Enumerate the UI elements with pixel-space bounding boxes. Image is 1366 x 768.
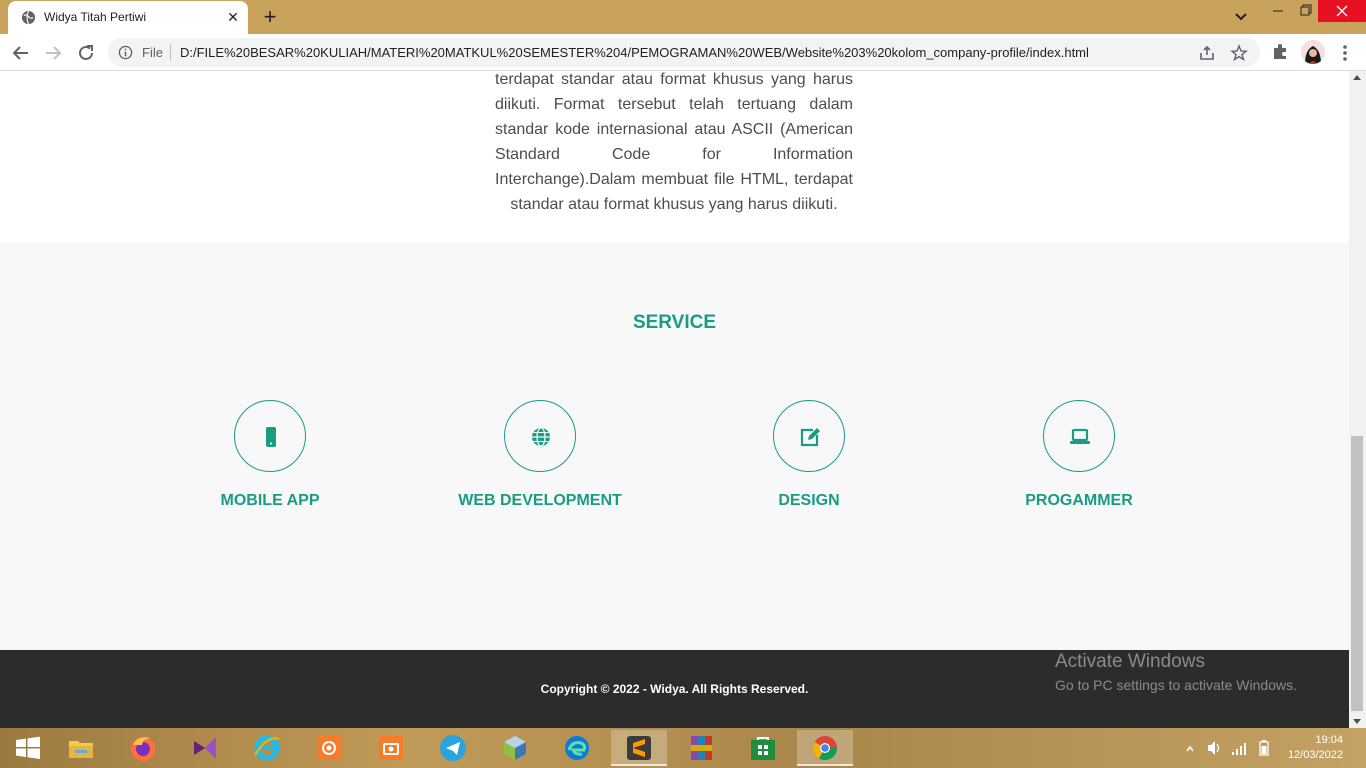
chrome-icon bbox=[812, 736, 837, 761]
taskbar-edge[interactable] bbox=[549, 730, 605, 766]
file-label: File bbox=[142, 45, 163, 60]
camera-icon bbox=[379, 736, 403, 760]
taskbar-visual-studio[interactable] bbox=[177, 730, 233, 766]
service-label: WEB DEVELOPMENT bbox=[458, 492, 622, 509]
service-icon-circle bbox=[773, 400, 845, 472]
url-text[interactable]: D:/FILE%20BESAR%20KULIAH/MATERI%20MATKUL… bbox=[180, 45, 1089, 60]
share-icon[interactable] bbox=[1198, 44, 1216, 62]
activate-title: Activate Windows bbox=[1055, 651, 1205, 672]
telegram-icon bbox=[440, 735, 466, 761]
tab-close-button[interactable]: ✕ bbox=[224, 8, 242, 26]
reload-icon[interactable] bbox=[75, 42, 97, 64]
service-label: DESIGN bbox=[778, 492, 840, 509]
browser-tab[interactable]: Widya Titah Pertiwi ✕ bbox=[8, 1, 248, 34]
page-viewport: terdapat standar atau format khusus yang… bbox=[0, 71, 1349, 728]
more-options-icon[interactable] bbox=[1336, 42, 1354, 64]
visual-studio-icon bbox=[194, 737, 216, 759]
service-icon-circle bbox=[504, 400, 576, 472]
taskbar-telegram[interactable] bbox=[425, 730, 481, 766]
chevron-down-icon[interactable] bbox=[1231, 9, 1251, 25]
service-item-progammer: PROGAMMER bbox=[959, 400, 1199, 510]
show-hidden-icons-chevron-icon[interactable] bbox=[1184, 728, 1196, 768]
windows-taskbar: 19:04 12/03/2022 bbox=[0, 728, 1366, 768]
service-item-design: DESIGN bbox=[689, 400, 929, 510]
virtualbox-icon bbox=[504, 736, 526, 760]
service-label: MOBILE APP bbox=[220, 492, 320, 509]
folder-icon bbox=[69, 741, 93, 758]
service-label: PROGAMMER bbox=[1025, 492, 1133, 509]
battery-icon[interactable] bbox=[1255, 728, 1273, 768]
service-heading: SERVICE bbox=[632, 312, 717, 333]
forward-arrow-icon[interactable] bbox=[42, 42, 64, 64]
system-clock[interactable]: 19:04 12/03/2022 bbox=[1283, 733, 1343, 763]
sublime-text-icon bbox=[627, 736, 651, 760]
extensions-puzzle-icon[interactable] bbox=[1270, 42, 1290, 62]
activate-windows-watermark: Activate Windows Go to PC settings to ac… bbox=[1055, 651, 1297, 693]
tab-title: Widya Titah Pertiwi bbox=[44, 10, 147, 24]
taskbar-screenshot[interactable] bbox=[363, 730, 419, 766]
info-icon[interactable] bbox=[118, 45, 133, 60]
taskbar-virtualbox[interactable] bbox=[487, 730, 543, 766]
scroll-up-arrow-icon[interactable] bbox=[1353, 75, 1361, 80]
about-paragraph: terdapat standar atau format khusus yang… bbox=[495, 71, 853, 213]
service-section: SERVICE MOBILE APP WEB DEVELOPMENT DESIG… bbox=[0, 243, 1349, 650]
start-button[interactable] bbox=[0, 730, 56, 766]
bookmark-star-icon[interactable] bbox=[1230, 44, 1248, 62]
clock-time: 19:04 bbox=[1315, 734, 1343, 746]
taskbar-screen-recorder[interactable] bbox=[301, 730, 357, 766]
close-window-button[interactable] bbox=[1318, 0, 1366, 22]
activate-subtitle: Go to PC settings to activate Windows. bbox=[1055, 677, 1297, 693]
show-desktop-button[interactable] bbox=[1350, 728, 1366, 768]
address-bar[interactable]: File D:/FILE%20BESAR%20KULIAH/MATERI%20M… bbox=[108, 38, 1260, 67]
service-icon-circle bbox=[1043, 400, 1115, 472]
windows-logo-icon bbox=[16, 736, 40, 759]
new-tab-button[interactable]: + bbox=[258, 6, 282, 28]
globe-favicon-icon bbox=[21, 10, 36, 25]
scrollbar-thumb[interactable] bbox=[1351, 436, 1363, 711]
browser-toolbar: File D:/FILE%20BESAR%20KULIAH/MATERI%20M… bbox=[0, 34, 1366, 71]
service-icon-circle bbox=[234, 400, 306, 472]
taskbar-chrome[interactable] bbox=[797, 730, 853, 766]
store-icon bbox=[751, 737, 775, 760]
laptop-icon bbox=[1070, 428, 1090, 444]
volume-icon[interactable] bbox=[1205, 728, 1223, 768]
profile-avatar[interactable] bbox=[1301, 40, 1325, 64]
globe-icon bbox=[532, 427, 550, 447]
mobile-icon bbox=[266, 427, 276, 447]
taskbar-sublime-text[interactable] bbox=[611, 730, 667, 766]
service-item-mobile-app: MOBILE APP bbox=[150, 400, 390, 510]
edit-icon bbox=[800, 428, 820, 447]
avatar-icon bbox=[1301, 40, 1325, 64]
taskbar-file-explorer[interactable] bbox=[53, 730, 109, 766]
internet-explorer-icon bbox=[254, 735, 280, 761]
taskbar-winrar[interactable] bbox=[673, 730, 729, 766]
clock-date: 12/03/2022 bbox=[1287, 749, 1343, 761]
edge-icon bbox=[565, 736, 589, 760]
service-item-web-development: WEB DEVELOPMENT bbox=[420, 400, 660, 510]
taskbar-store[interactable] bbox=[735, 730, 791, 766]
taskbar-firefox[interactable] bbox=[115, 730, 171, 766]
vertical-scrollbar[interactable] bbox=[1349, 71, 1366, 728]
winrar-icon bbox=[691, 736, 712, 760]
screen-recorder-icon bbox=[317, 736, 341, 760]
browser-titlebar: Widya Titah Pertiwi ✕ + bbox=[0, 0, 1366, 34]
scroll-down-arrow-icon[interactable] bbox=[1353, 719, 1361, 724]
firefox-icon bbox=[131, 737, 155, 761]
about-section: terdapat standar atau format khusus yang… bbox=[0, 71, 1349, 243]
network-signal-icon[interactable] bbox=[1230, 728, 1248, 768]
divider bbox=[170, 44, 171, 61]
back-arrow-icon[interactable] bbox=[10, 42, 32, 64]
taskbar-internet-explorer[interactable] bbox=[239, 730, 295, 766]
